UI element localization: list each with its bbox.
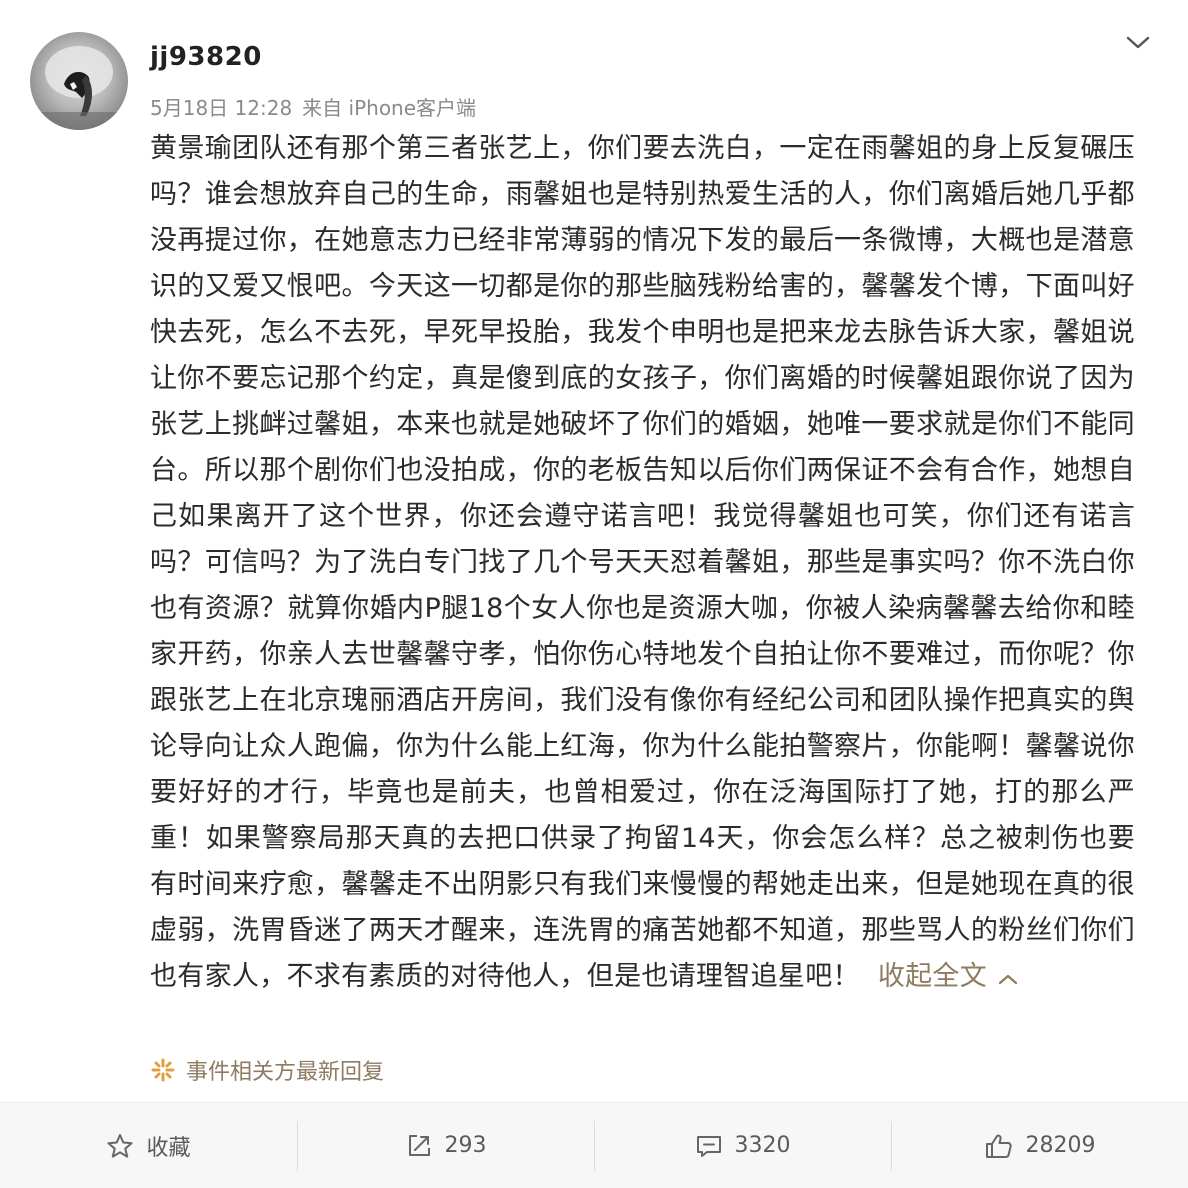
post-body: 黄景瑜团队还有那个第三者张艺上，你们要去洗白，一定在雨馨姐的身上反复碾压吗？谁会… — [150, 126, 1135, 1001]
favorite-button[interactable]: 收藏 — [0, 1103, 297, 1188]
favorite-label: 收藏 — [146, 1135, 191, 1161]
chevron-down-icon — [1126, 36, 1150, 49]
star-icon — [106, 1132, 134, 1160]
post-meta: 5月18日 12:28 来自 iPhone客户端 — [150, 92, 486, 121]
collapse-link[interactable]: 收起全文 — [878, 961, 1019, 992]
post-date: 5月18日 12:28 — [150, 96, 293, 120]
collapse-label: 收起全文 — [877, 961, 988, 992]
comment-button[interactable]: 3320 — [594, 1103, 891, 1188]
share-icon — [405, 1132, 433, 1160]
repost-button[interactable]: 293 — [297, 1103, 594, 1188]
avatar[interactable] — [30, 32, 128, 130]
post-source[interactable]: 来自 iPhone客户端 — [302, 96, 476, 120]
chevron-up-icon — [997, 955, 1019, 1001]
weibo-post: jj93820 5月18日 12:28 来自 iPhone客户端 黄景瑜团队还有那… — [0, 0, 1188, 1188]
comment-icon — [695, 1132, 723, 1160]
thumbs-up-icon — [984, 1132, 1014, 1160]
like-count: 28209 — [1025, 1133, 1096, 1158]
avatar-image — [30, 46, 128, 130]
comment-count: 3320 — [734, 1133, 791, 1158]
post-menu-button[interactable] — [1118, 28, 1158, 58]
post-text: 黄景瑜团队还有那个第三者张艺上，你们要去洗白，一定在雨馨姐的身上反复碾压吗？谁会… — [150, 133, 1135, 992]
spark-icon — [151, 1058, 175, 1082]
related-reply-label: 事件相关方最新回复 — [186, 1060, 385, 1085]
repost-count: 293 — [444, 1133, 487, 1158]
action-bar: 收藏 293 3320 28209 — [0, 1102, 1188, 1188]
related-reply-link[interactable]: 事件相关方最新回复 — [150, 1054, 384, 1086]
like-button[interactable]: 28209 — [891, 1103, 1188, 1188]
username[interactable]: jj93820 — [150, 42, 262, 72]
